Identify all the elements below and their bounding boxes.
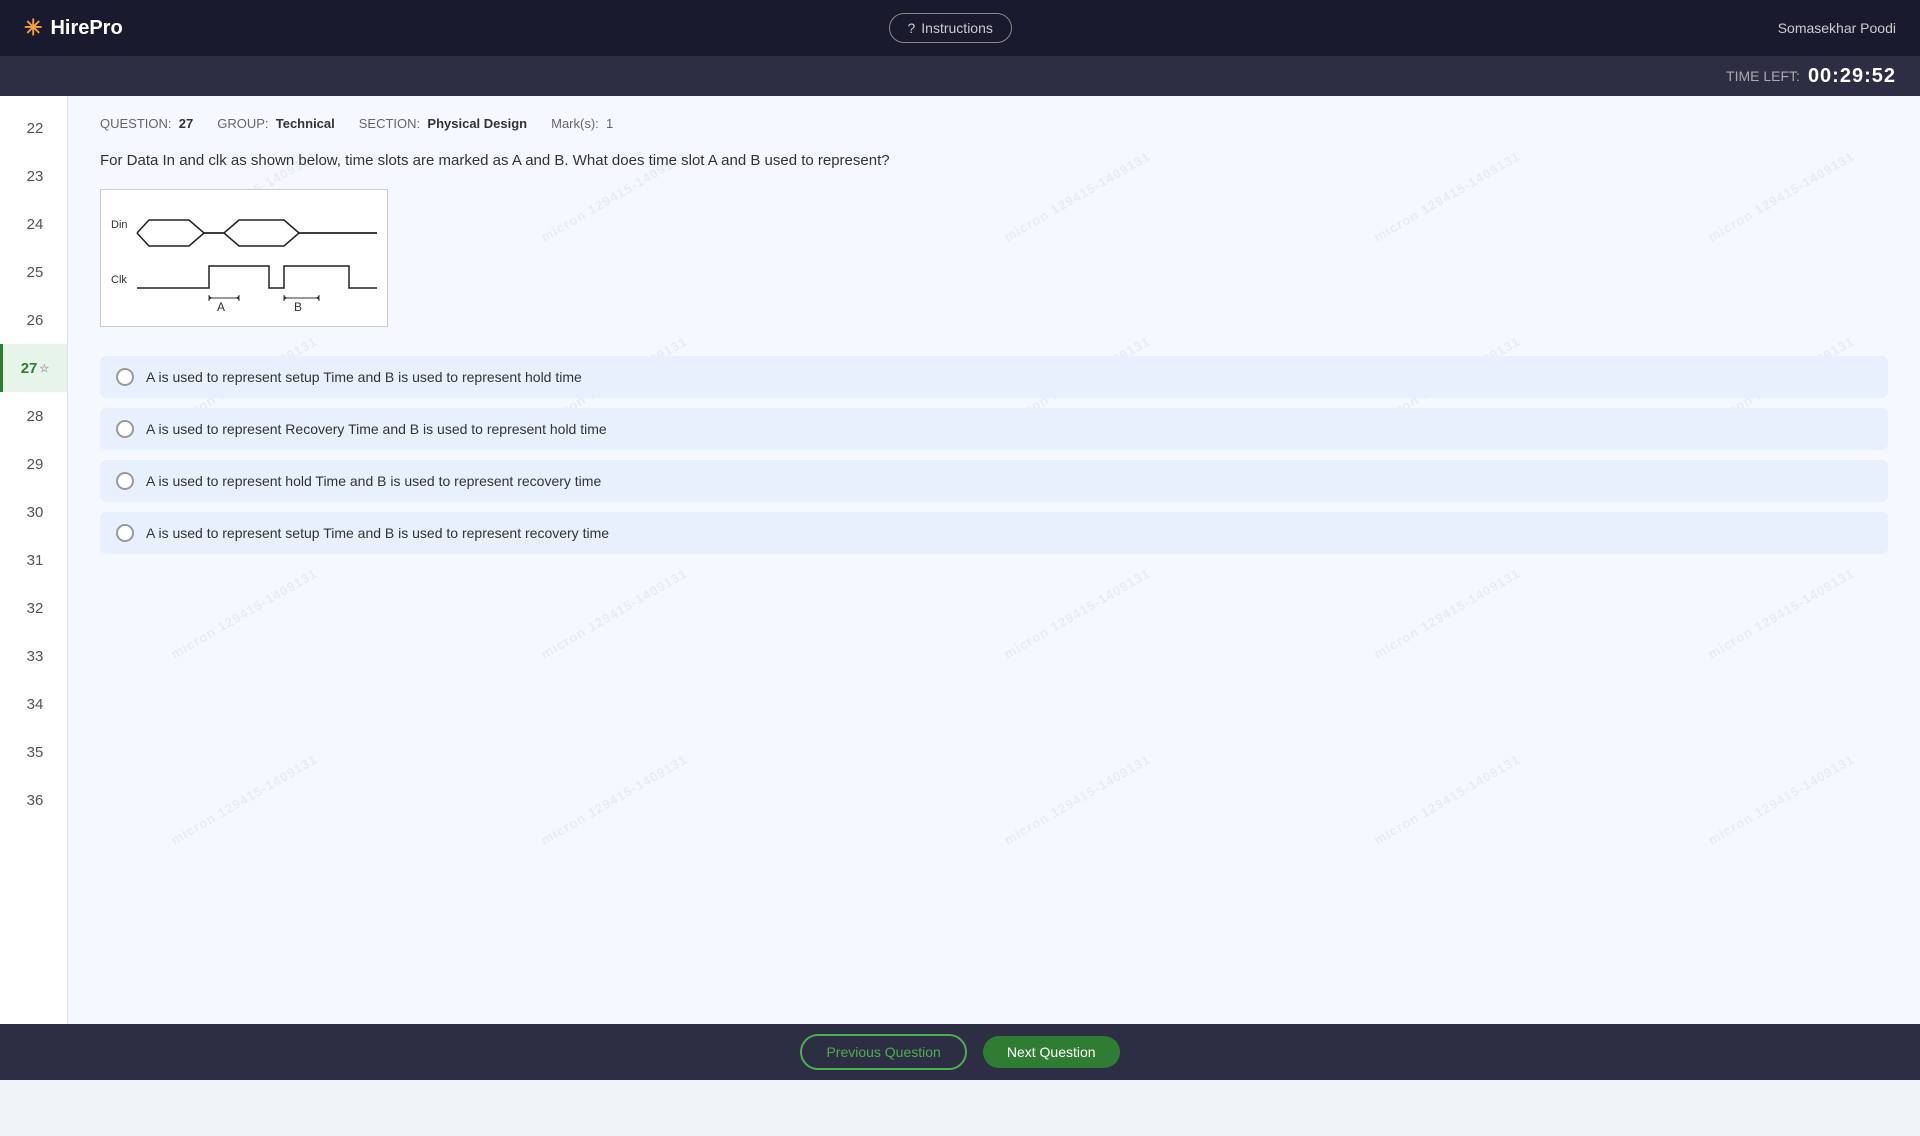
section-value: Physical Design: [427, 116, 527, 131]
sidebar-item-30[interactable]: 30: [0, 488, 67, 536]
question-label: QUESTION: 27: [100, 116, 193, 131]
sidebar-item-24[interactable]: 24: [0, 200, 67, 248]
logo-text: HirePro: [50, 17, 122, 40]
watermark-text: micron 129415-1409131: [1372, 751, 1524, 847]
watermark-text: micron 129415-1409131: [1001, 751, 1153, 847]
sidebar-item-31[interactable]: 31: [0, 536, 67, 584]
watermark-text: micron 129415-1409131: [538, 566, 690, 662]
user-name: Somasekhar Poodi: [1778, 20, 1896, 36]
option-item-3[interactable]: A is used to represent hold Time and B i…: [100, 460, 1888, 502]
timer-value: 00:29:52: [1808, 65, 1896, 88]
option-item-4[interactable]: A is used to represent setup Time and B …: [100, 512, 1888, 554]
sidebar-item-34[interactable]: 34: [0, 680, 67, 728]
timing-diagram-svg: Din Clk A: [109, 198, 379, 318]
bottom-nav: Previous Question Next Question: [0, 1024, 1920, 1080]
option-label-4: A is used to represent setup Time and B …: [146, 525, 609, 541]
group-value: Technical: [276, 116, 335, 131]
sidebar-item-22[interactable]: 22: [0, 104, 67, 152]
sidebar-item-32[interactable]: 32: [0, 584, 67, 632]
logo-icon: ✳: [24, 15, 42, 41]
question-meta: QUESTION: 27 GROUP: Technical SECTION: P…: [100, 116, 1888, 131]
sidebar-item-28[interactable]: 28: [0, 392, 67, 440]
svg-text:Clk: Clk: [111, 274, 127, 286]
watermark-text: micron 129415-1409131: [538, 751, 690, 847]
timer-bar: TIME LEFT: 00:29:52: [0, 56, 1920, 96]
svg-text:A: A: [217, 300, 225, 314]
group-label: GROUP: Technical: [217, 116, 335, 131]
header: ✳ HirePro ? Instructions Somasekhar Pood…: [0, 0, 1920, 56]
marks-value: 1: [606, 116, 613, 131]
question-number: 27: [179, 116, 193, 131]
sidebar: 222324252627☆282930313233343536: [0, 96, 68, 1024]
marks-label: Mark(s): 1: [551, 116, 613, 131]
watermark-text: micron 129415-1409131: [168, 751, 320, 847]
watermark-text: micron 129415-1409131: [168, 566, 320, 662]
sidebar-item-33[interactable]: 33: [0, 632, 67, 680]
radio-1[interactable]: [116, 368, 134, 386]
radio-2[interactable]: [116, 420, 134, 438]
watermark-text: micron 129415-1409131: [1001, 566, 1153, 662]
instructions-label: Instructions: [921, 20, 993, 36]
radio-4[interactable]: [116, 524, 134, 542]
watermark-text: micron 129415-1409131: [1372, 566, 1524, 662]
timer-label: TIME LEFT:: [1726, 68, 1800, 84]
sidebar-item-35[interactable]: 35: [0, 728, 67, 776]
timing-diagram: Din Clk A: [100, 189, 388, 327]
watermark-text: micron 129415-1409131: [1705, 751, 1857, 847]
sidebar-item-26[interactable]: 26: [0, 296, 67, 344]
content-inner: QUESTION: 27 GROUP: Technical SECTION: P…: [100, 116, 1888, 554]
content-area: micron 129415-1409131 micron 129415-14091…: [68, 96, 1920, 1024]
option-item-2[interactable]: A is used to represent Recovery Time and…: [100, 408, 1888, 450]
svg-text:B: B: [294, 300, 302, 314]
prev-question-button[interactable]: Previous Question: [800, 1034, 966, 1070]
question-icon: ?: [908, 20, 916, 36]
question-text: For Data In and clk as shown below, time…: [100, 149, 1888, 173]
option-item-1[interactable]: A is used to represent setup Time and B …: [100, 356, 1888, 398]
option-label-2: A is used to represent Recovery Time and…: [146, 421, 607, 437]
section-label: SECTION: Physical Design: [359, 116, 527, 131]
watermark-text: micron 129415-1409131: [1705, 566, 1857, 662]
option-label-1: A is used to represent setup Time and B …: [146, 369, 582, 385]
main-layout: 222324252627☆282930313233343536 micron 1…: [0, 96, 1920, 1024]
next-question-button[interactable]: Next Question: [983, 1036, 1120, 1068]
sidebar-item-23[interactable]: 23: [0, 152, 67, 200]
instructions-button[interactable]: ? Instructions: [889, 13, 1012, 43]
radio-3[interactable]: [116, 472, 134, 490]
star-icon: ☆: [39, 362, 49, 375]
svg-text:Din: Din: [111, 219, 128, 231]
sidebar-item-27[interactable]: 27☆: [0, 344, 67, 392]
sidebar-item-36[interactable]: 36: [0, 776, 67, 824]
sidebar-item-29[interactable]: 29: [0, 440, 67, 488]
options-list: A is used to represent setup Time and B …: [100, 356, 1888, 554]
option-label-3: A is used to represent hold Time and B i…: [146, 473, 601, 489]
logo: ✳ HirePro: [24, 15, 123, 41]
sidebar-item-25[interactable]: 25: [0, 248, 67, 296]
